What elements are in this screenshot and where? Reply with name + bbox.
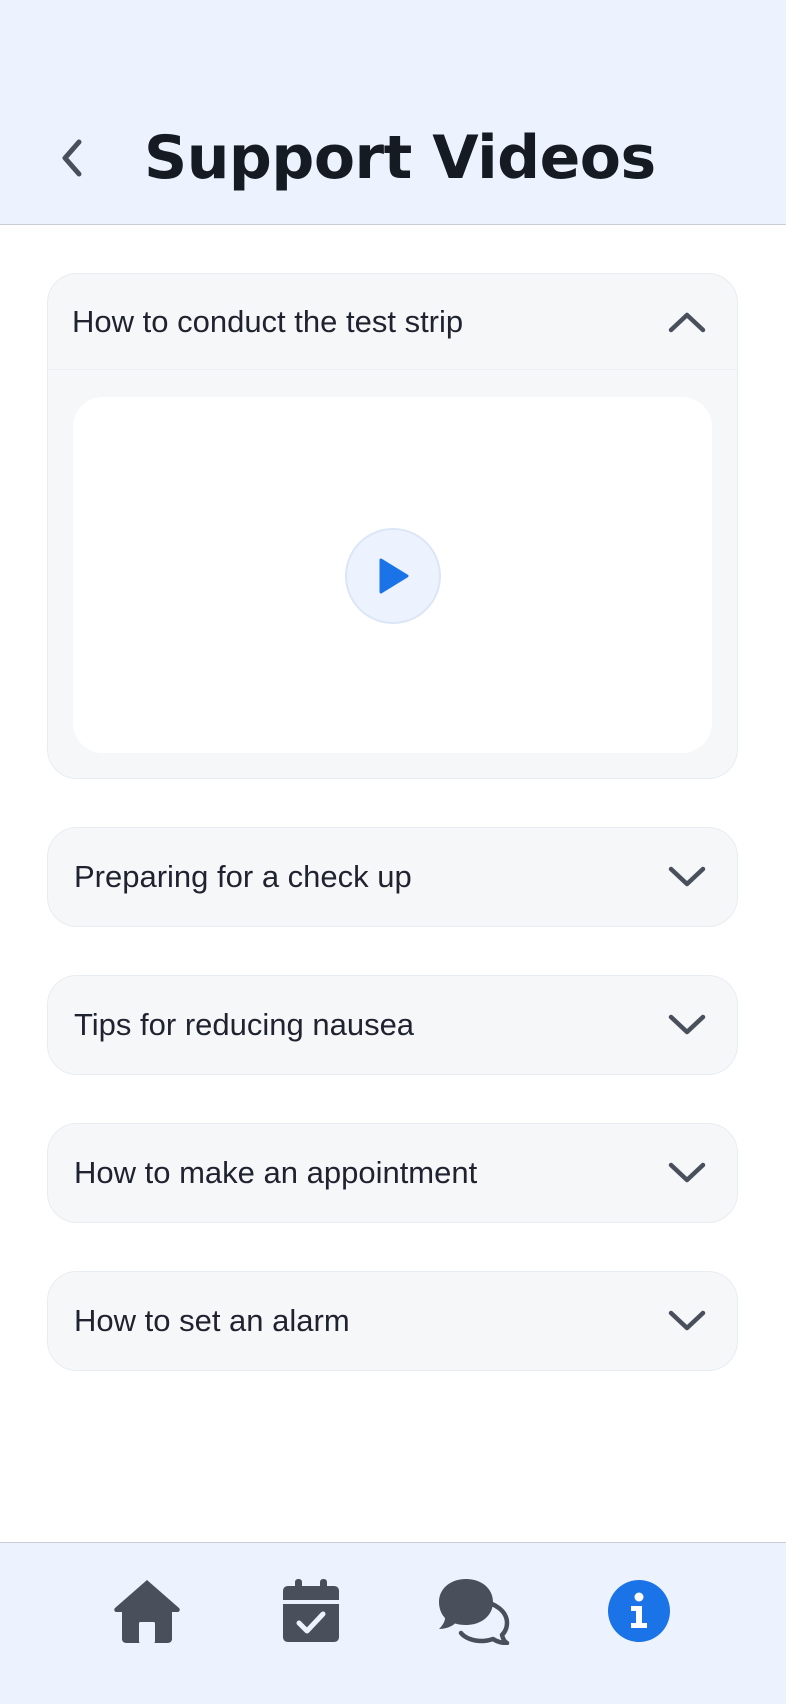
- header-bar: Support Videos: [0, 0, 786, 225]
- nav-home-button[interactable]: [107, 1571, 187, 1651]
- chevron-up-icon: [665, 307, 709, 337]
- accordion-header[interactable]: Tips for reducing nausea: [48, 976, 737, 1074]
- back-button[interactable]: [46, 126, 96, 190]
- home-icon: [114, 1580, 180, 1643]
- chevron-down-icon: [665, 1158, 709, 1188]
- chevron-down-icon: [665, 862, 709, 892]
- chevron-left-icon: [62, 139, 82, 177]
- accordion-title: Preparing for a check up: [74, 859, 412, 894]
- play-button[interactable]: [345, 528, 441, 624]
- video-accordion-item[interactable]: How to make an appointment: [47, 1123, 738, 1223]
- video-accordion-item[interactable]: Tips for reducing nausea: [47, 975, 738, 1075]
- accordion-header[interactable]: How to conduct the test strip: [48, 274, 737, 370]
- bottom-nav: [0, 1542, 786, 1704]
- accordion-title: How to set an alarm: [74, 1303, 350, 1338]
- video-player[interactable]: [73, 397, 712, 753]
- nav-calendar-button[interactable]: [271, 1571, 351, 1651]
- accordion-title: Tips for reducing nausea: [74, 1007, 415, 1042]
- video-accordion-item[interactable]: Preparing for a check up: [47, 827, 738, 927]
- calendar-check-icon: [283, 1579, 339, 1642]
- nav-chat-button[interactable]: [434, 1571, 514, 1651]
- video-list: How to conduct the test strip Preparing …: [47, 273, 738, 1371]
- support-videos-screen: Support Videos How to conduct the test s…: [0, 0, 786, 1704]
- accordion-title: How to make an appointment: [74, 1155, 478, 1190]
- accordion-title: How to conduct the test strip: [72, 303, 464, 339]
- accordion-header[interactable]: Preparing for a check up: [48, 828, 737, 926]
- accordion-header[interactable]: How to make an appointment: [48, 1124, 737, 1222]
- accordion-header[interactable]: How to set an alarm: [48, 1272, 737, 1370]
- page-title: Support Videos: [144, 123, 656, 193]
- video-accordion-item: How to conduct the test strip: [47, 273, 738, 779]
- nav-info-button[interactable]: [599, 1571, 679, 1651]
- video-accordion-item[interactable]: How to set an alarm: [47, 1271, 738, 1371]
- info-icon: [608, 1580, 670, 1642]
- chat-bubbles-icon: [439, 1579, 510, 1645]
- play-icon: [379, 558, 409, 594]
- chevron-down-icon: [665, 1010, 709, 1040]
- chevron-down-icon: [665, 1306, 709, 1336]
